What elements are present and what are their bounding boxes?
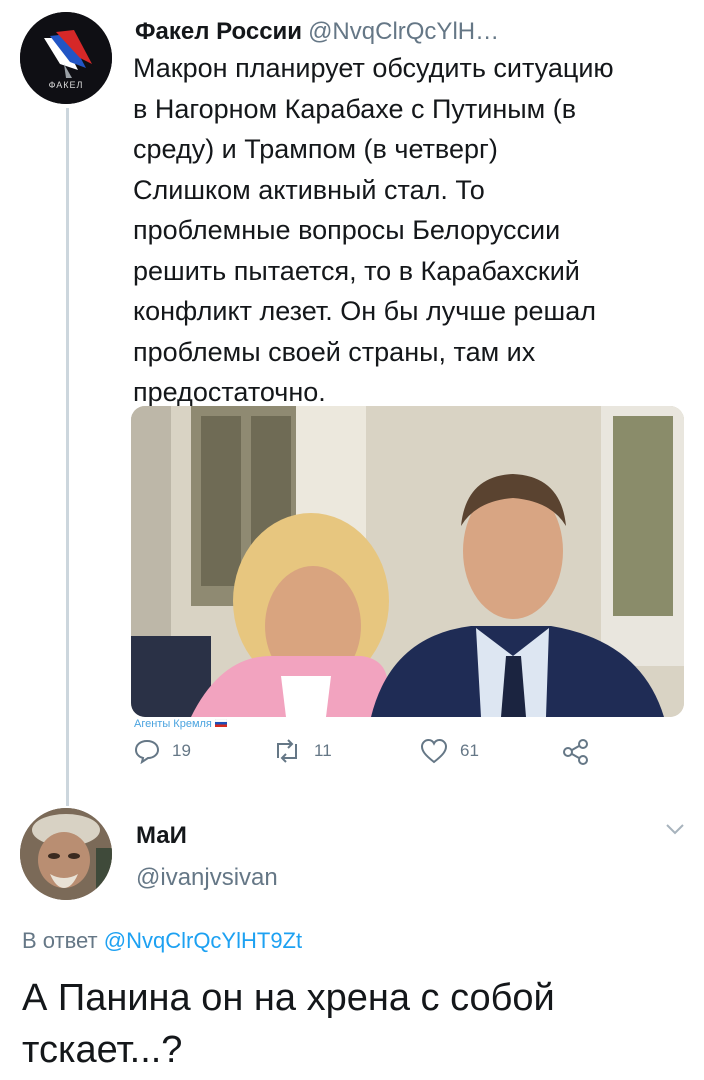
like-action[interactable]: 61 bbox=[420, 738, 479, 764]
reply-to-prefix: В ответ bbox=[22, 928, 98, 953]
retweet-icon bbox=[277, 739, 297, 763]
avatar-caption: ФАКЕЛ bbox=[48, 80, 84, 90]
reply-to-mention[interactable]: @NvqClrQcYlHT9Zt bbox=[104, 928, 302, 953]
reply-to-line: В ответ @NvqClrQcYlHT9Zt bbox=[22, 928, 302, 954]
retweet-action[interactable]: 11 bbox=[272, 738, 332, 764]
torch-logo-icon bbox=[20, 12, 112, 104]
thread-line bbox=[66, 108, 69, 806]
reply-count: 19 bbox=[172, 741, 191, 760]
tweet-actions: 19 11 61 bbox=[134, 738, 594, 770]
author-handle[interactable]: @NvqClrQcYlH… bbox=[308, 18, 499, 45]
russian-flag-icon bbox=[214, 718, 228, 727]
author-avatar[interactable]: ФАКЕЛ bbox=[20, 12, 112, 104]
chevron-down-icon[interactable] bbox=[664, 822, 686, 836]
author-name[interactable]: Факел России bbox=[135, 18, 302, 45]
heart-icon bbox=[420, 738, 448, 764]
reply-author-handle[interactable]: @ivanjvsivan bbox=[136, 864, 278, 892]
share-action[interactable] bbox=[562, 738, 590, 766]
image-watermark: Агенты Кремля bbox=[134, 718, 228, 730]
tweet-photo-image bbox=[131, 406, 684, 717]
retweet-count: 11 bbox=[314, 741, 332, 760]
reply-avatar-image bbox=[20, 808, 112, 900]
reply-author-avatar[interactable] bbox=[20, 808, 112, 900]
share-icon bbox=[563, 739, 588, 765]
reply-action[interactable]: 19 bbox=[134, 738, 191, 764]
tweet-header: Факел России @NvqClrQcYlH… bbox=[135, 18, 499, 46]
reply-text: А Панина он на хрена с собой тскает...? bbox=[22, 977, 555, 1071]
reply-author-name[interactable]: МаИ bbox=[136, 822, 187, 850]
tweet-text: Макрон планирует обсудить ситуацию в Наг… bbox=[133, 53, 614, 407]
like-count: 61 bbox=[460, 741, 479, 760]
tweet-photo[interactable] bbox=[131, 406, 684, 717]
reply-icon bbox=[134, 739, 160, 764]
